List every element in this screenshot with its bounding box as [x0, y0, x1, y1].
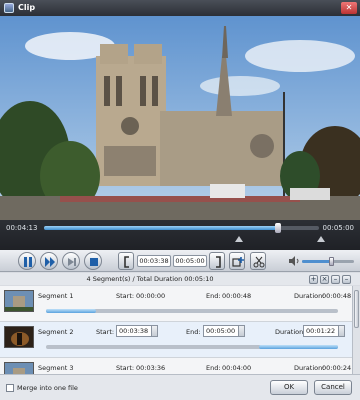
- end-time: 00:05:00: [322, 224, 354, 232]
- list-item[interactable]: Segment 1 Start: 00:00:00 End: 00:00:48 …: [0, 286, 352, 322]
- fast-forward-button[interactable]: [40, 252, 58, 270]
- playback-controls: 00:03:38 00:05:00: [0, 250, 360, 272]
- close-button[interactable]: ✕: [341, 2, 357, 14]
- new-clip-button[interactable]: [229, 252, 245, 270]
- current-time: 00:04:13: [6, 224, 38, 232]
- segment-range-bar: [46, 345, 338, 349]
- ok-button[interactable]: OK: [270, 380, 308, 395]
- move-down-button[interactable]: –: [342, 275, 351, 284]
- segment-header: 4 Segment(s) / Total Duration 00:05:10 +…: [0, 273, 360, 285]
- pause-icon: [24, 257, 32, 267]
- scrollbar-thumb[interactable]: [354, 290, 359, 328]
- thumbnail-image: [5, 291, 33, 311]
- next-frame-button[interactable]: [62, 252, 80, 270]
- set-start-button[interactable]: [118, 252, 134, 270]
- duration-label: Duration:: [294, 364, 325, 372]
- segments-summary: 4 Segment(s) / Total Duration 00:05:10: [86, 275, 214, 283]
- volume-icon[interactable]: [288, 256, 300, 266]
- segment-range-bar: [46, 309, 338, 313]
- video-frame-image: [0, 16, 360, 220]
- start-marker[interactable]: [235, 236, 243, 242]
- duration-label: Duration:: [275, 328, 306, 336]
- volume-thumb[interactable]: [328, 257, 334, 266]
- start-time-input[interactable]: 00:03:38: [116, 325, 158, 337]
- end-value: 00:04:00: [222, 364, 252, 372]
- segment-range-fill: [259, 345, 338, 349]
- start-label: Start:: [116, 292, 135, 300]
- volume-slider[interactable]: [302, 257, 354, 266]
- end-time-field[interactable]: 00:05:00: [173, 255, 207, 267]
- timeline-bar: 00:04:13 00:05:00: [0, 220, 360, 250]
- merge-label: Merge into one file: [17, 384, 78, 392]
- fast-forward-icon: [45, 257, 55, 267]
- dialog-footer: Merge into one file OK Cancel: [0, 374, 360, 400]
- segment-name: Segment 2: [38, 328, 74, 336]
- split-button[interactable]: [250, 252, 266, 270]
- video-preview[interactable]: [0, 16, 360, 220]
- set-end-button[interactable]: [209, 252, 225, 270]
- start-time-field[interactable]: 00:03:38: [137, 255, 171, 267]
- start-label: Start:: [116, 364, 135, 372]
- end-value: 00:00:48: [222, 292, 252, 300]
- thumbnail-image: [5, 327, 33, 347]
- segment-list-scrollbar[interactable]: [352, 286, 360, 374]
- segment-name: Segment 3: [38, 364, 74, 372]
- end-marker[interactable]: [317, 236, 325, 242]
- list-item[interactable]: Segment 2 Start: 00:03:38 End: 00:05:00 …: [0, 322, 352, 358]
- end-time-value: 00:05:00: [206, 327, 236, 335]
- end-time-input[interactable]: 00:05:00: [203, 325, 245, 337]
- next-frame-icon: [68, 258, 76, 266]
- stop-icon: [90, 258, 98, 266]
- start-value: 00:03:36: [136, 364, 166, 372]
- segment-thumbnail: [4, 290, 34, 312]
- duration-input[interactable]: 00:01:22: [303, 325, 345, 337]
- list-item[interactable]: Segment 3 Start: 00:03:36 End: 00:04:00 …: [0, 358, 352, 374]
- seek-progress: [44, 226, 278, 230]
- segment-thumbnail: [4, 362, 34, 374]
- start-value: 00:00:00: [136, 292, 166, 300]
- end-label: End:: [206, 292, 221, 300]
- seek-slider[interactable]: [44, 223, 319, 233]
- stop-button[interactable]: [84, 252, 102, 270]
- start-time-spinner[interactable]: [151, 326, 157, 336]
- end-time-spinner[interactable]: [238, 326, 244, 336]
- duration-value: 00:00:24: [322, 364, 352, 372]
- cancel-button[interactable]: Cancel: [314, 380, 352, 395]
- duration-value: 00:01:22: [306, 327, 336, 335]
- window-title: Clip: [18, 3, 36, 12]
- start-time-value: 00:03:38: [119, 327, 149, 335]
- title-bar: Clip ✕: [0, 0, 360, 16]
- end-label: End:: [206, 364, 221, 372]
- duration-value: 00:00:48: [322, 292, 352, 300]
- end-label: End:: [186, 328, 201, 336]
- thumbnail-image: [5, 363, 33, 374]
- segment-list: Segment 1 Start: 00:00:00 End: 00:00:48 …: [0, 286, 352, 374]
- merge-checkbox[interactable]: [6, 384, 14, 392]
- seek-thumb[interactable]: [274, 223, 281, 233]
- duration-spinner[interactable]: [338, 326, 344, 336]
- start-label: Start:: [96, 328, 115, 336]
- bracket-left-icon: [124, 256, 129, 268]
- add-clip-icon: [232, 257, 244, 267]
- bracket-right-icon: [216, 256, 221, 268]
- segment-thumbnail: [4, 326, 34, 348]
- volume-level: [302, 260, 331, 263]
- duration-label: Duration:: [294, 292, 325, 300]
- scissors-icon: [253, 256, 265, 268]
- app-icon: [4, 3, 14, 13]
- add-segment-button[interactable]: +: [309, 275, 318, 284]
- pause-button[interactable]: [18, 252, 36, 270]
- segment-name: Segment 1: [38, 292, 74, 300]
- move-up-button[interactable]: –: [331, 275, 340, 284]
- segment-range-fill: [46, 309, 96, 313]
- remove-segment-button[interactable]: ×: [320, 275, 329, 284]
